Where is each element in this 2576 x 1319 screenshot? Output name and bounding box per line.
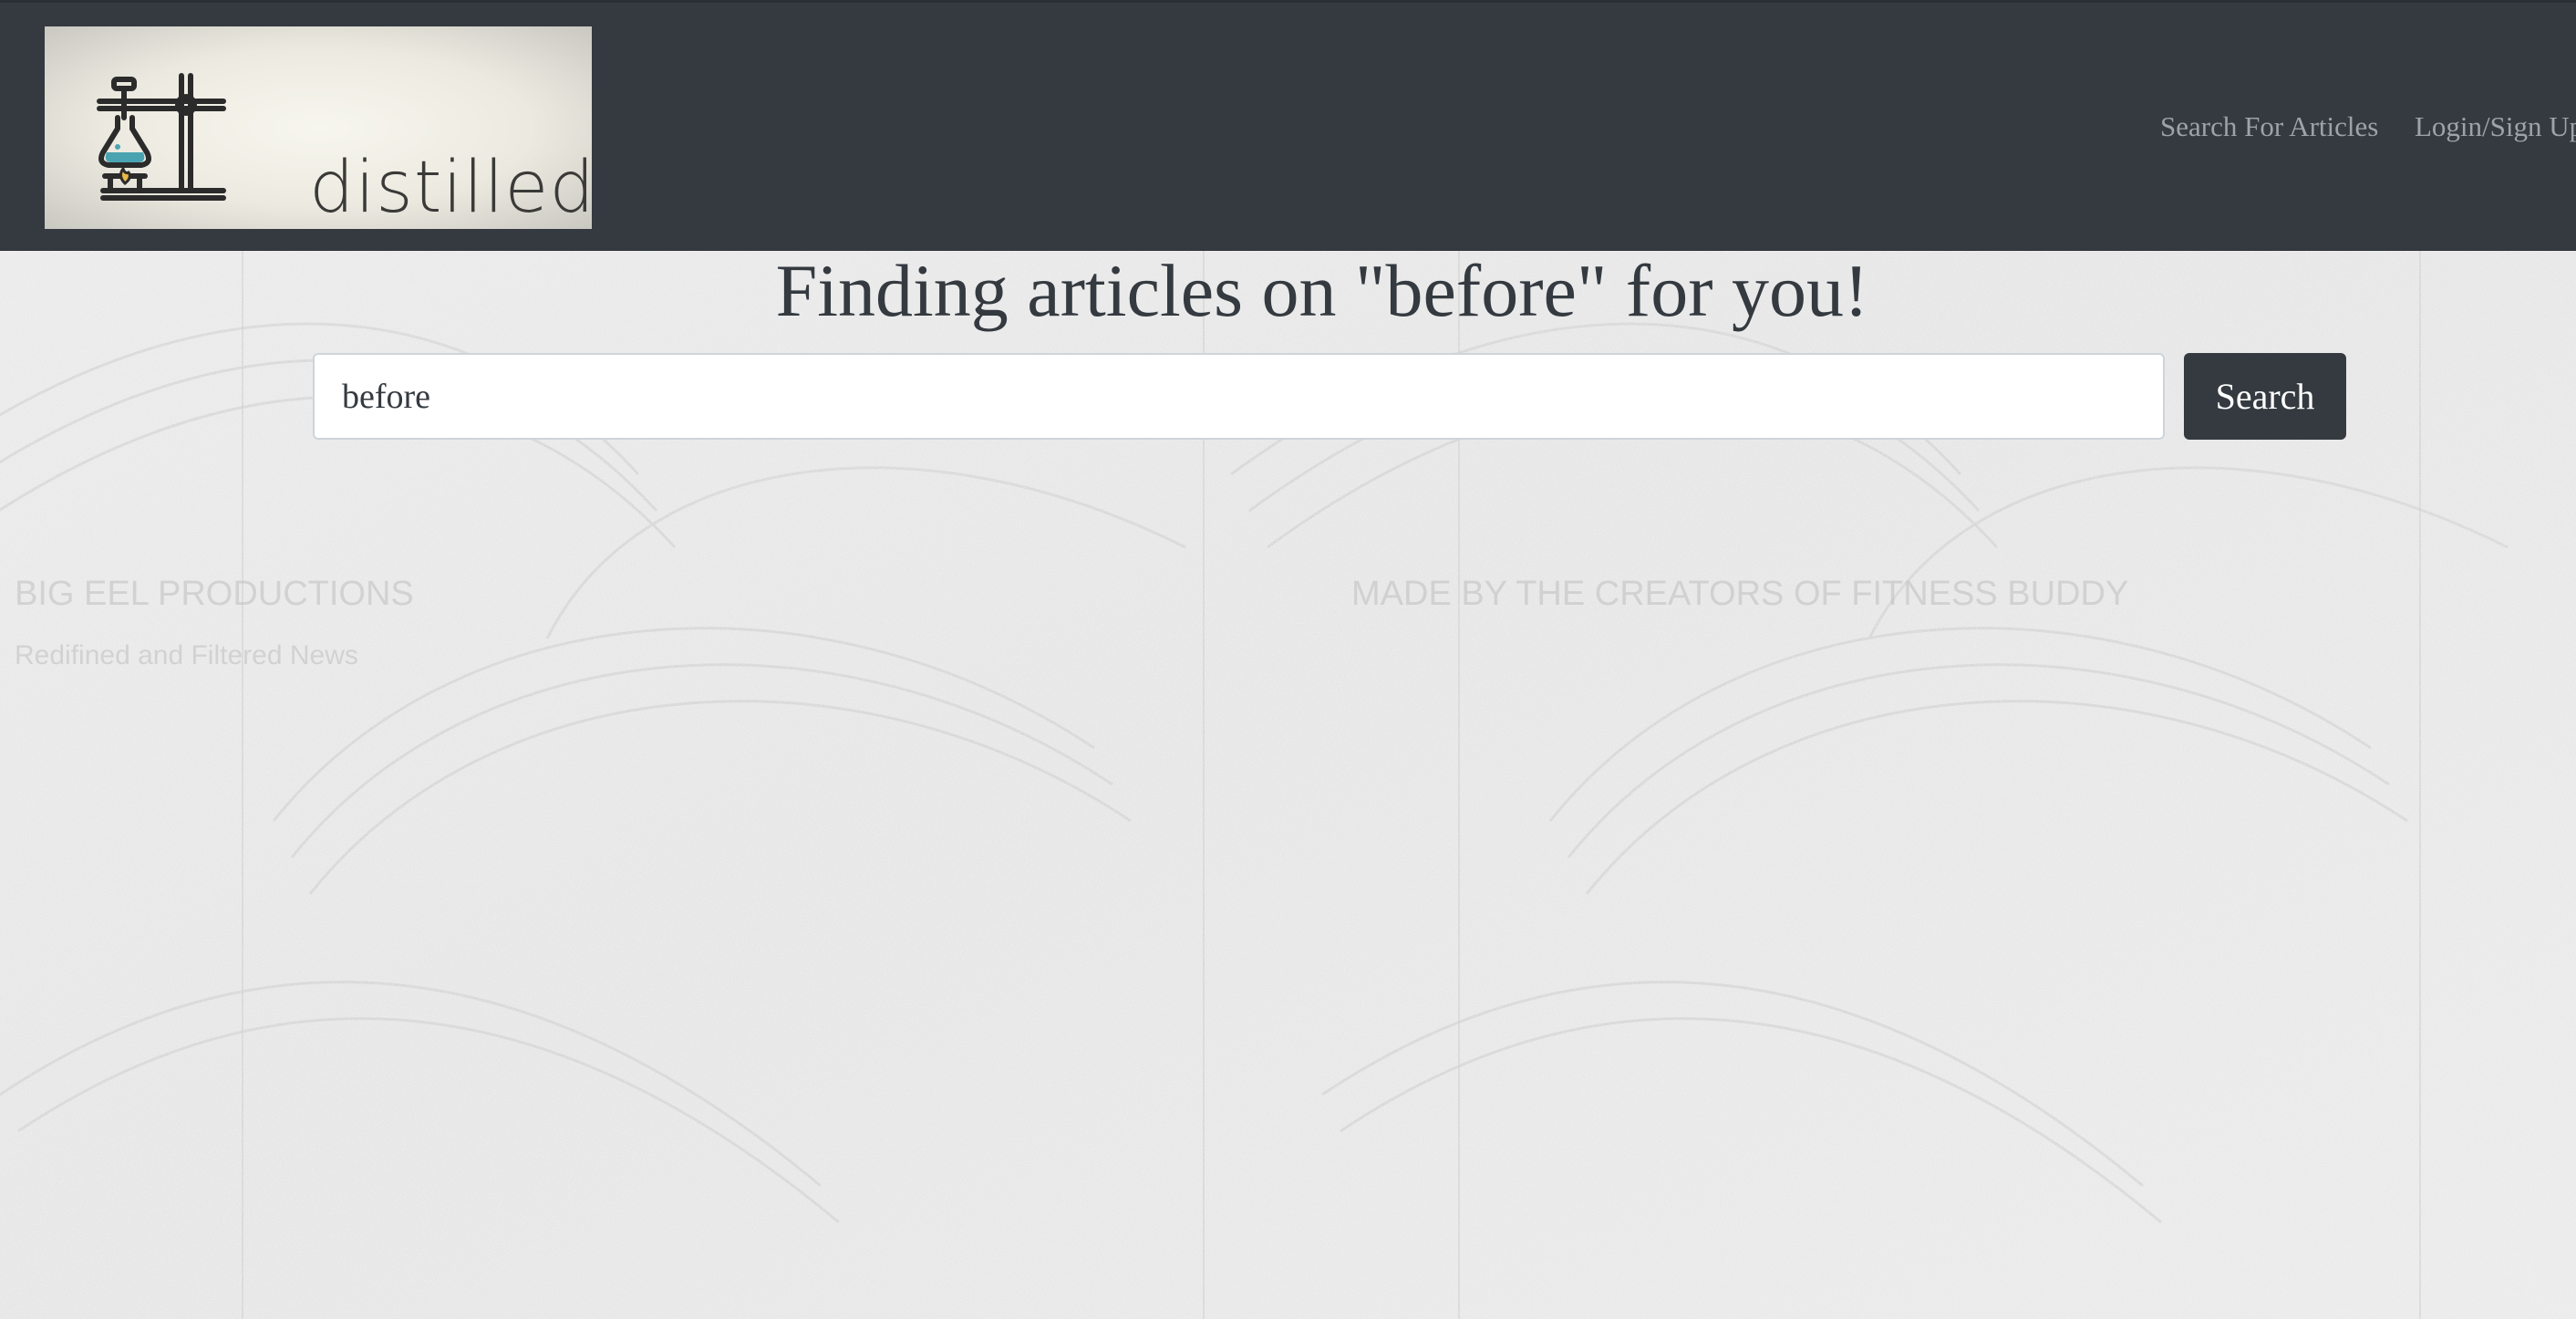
footer-credit: MADE BY THE CREATORS OF FITNESS BUDDY xyxy=(1351,575,2129,613)
footer-tagline: Redifined and Filtered News xyxy=(15,640,358,670)
nav-link-search-articles[interactable]: Search For Articles xyxy=(2160,110,2378,143)
search-input[interactable] xyxy=(313,353,2165,440)
footer-company: BIG EEL PRODUCTIONS xyxy=(15,575,414,613)
logo-line-1: distilled xyxy=(309,147,592,229)
search-button[interactable]: Search xyxy=(2184,353,2346,440)
page-title: Finding articles on "before" for you! xyxy=(775,249,1869,332)
lab-flask-burner-icon xyxy=(97,73,226,201)
site-logo[interactable]: distilled news hub xyxy=(45,26,592,229)
nav-link-login-signup[interactable]: Login/Sign Up xyxy=(2415,110,2576,143)
logo-wordmark: distilled news hub xyxy=(309,47,592,229)
navbar: distilled news hub Search For Articles L… xyxy=(0,0,2576,251)
